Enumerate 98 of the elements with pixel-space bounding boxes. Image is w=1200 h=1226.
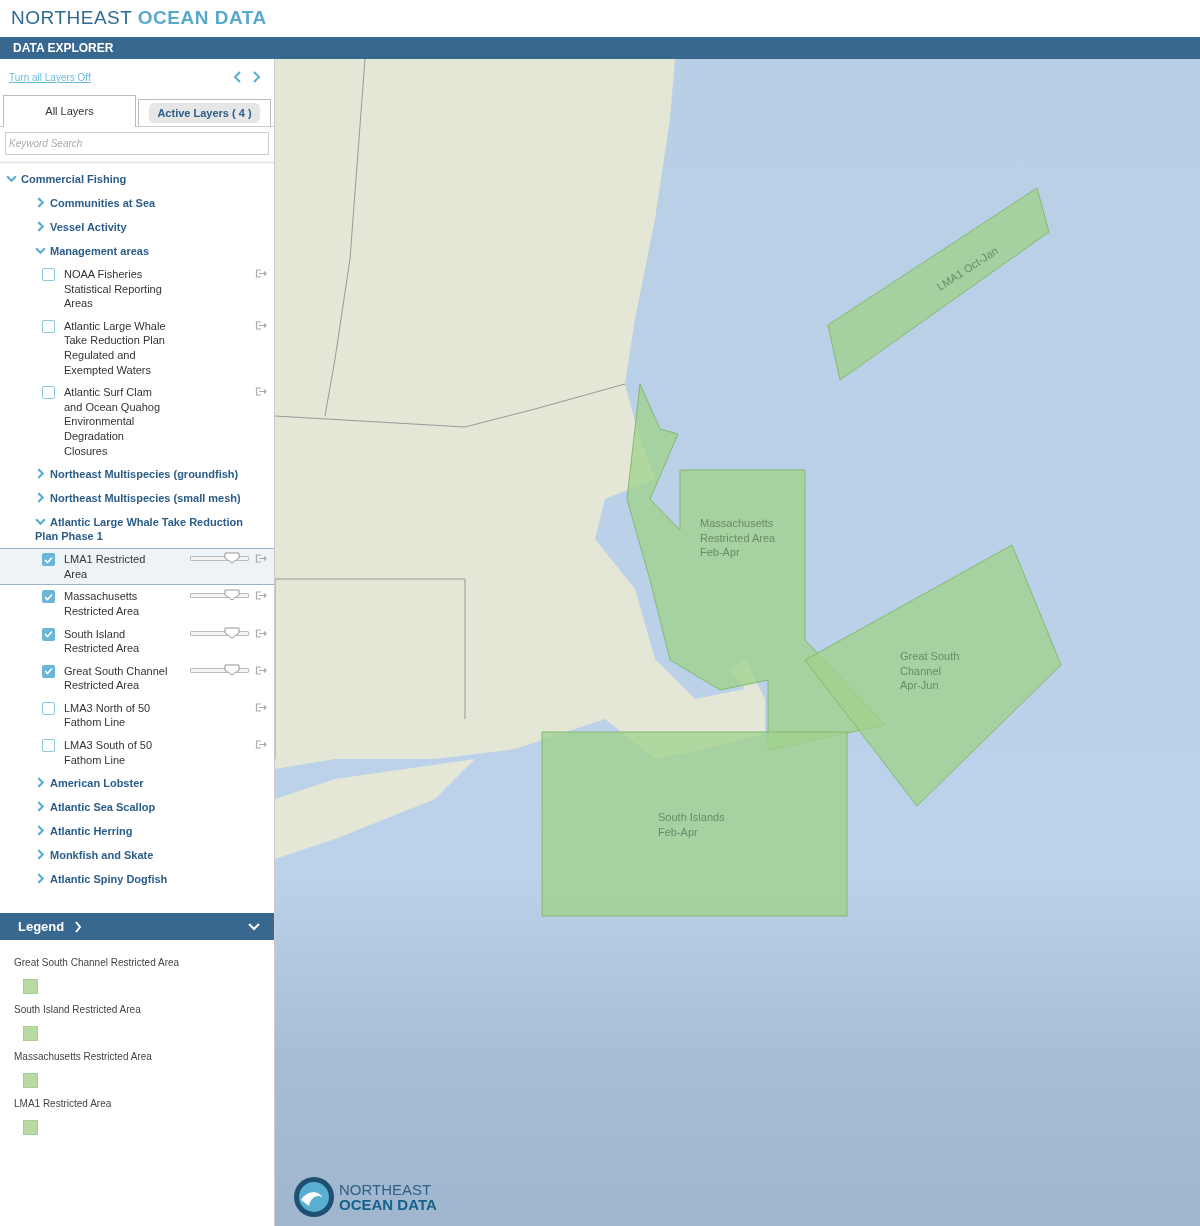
toolbar-title: DATA EXPLORER [13, 40, 114, 57]
layer-group[interactable]: Atlantic Large Whale Take Reduction Plan Phase 1 [35, 515, 268, 544]
export-icon[interactable] [255, 628, 268, 638]
slider-thumb[interactable] [224, 552, 241, 565]
area-label: South Islands Feb-Apr [658, 811, 725, 838]
layer-row[interactable]: Atlantic Large Whale Take Reduction Plan Regulated and Exempted Waters [0, 314, 274, 382]
chevron-right-icon[interactable] [35, 849, 46, 861]
layer-group[interactable]: Atlantic Sea Scallop [35, 800, 268, 815]
chevron-right-icon[interactable] [35, 468, 46, 480]
layer-label: LMA3 North of 50 Fathom Line [64, 700, 152, 731]
area-label: Great South Channel Apr-Jun [900, 650, 960, 691]
layer-label: LMA3 South of 50 Fathom Line [64, 738, 154, 768]
export-icon[interactable] [255, 554, 268, 564]
chevron-left-icon[interactable] [233, 71, 242, 83]
chevron-right-icon[interactable] [35, 221, 46, 232]
chevron-right-icon[interactable] [35, 492, 46, 504]
export-icon[interactable] [255, 665, 268, 675]
chevron-right-icon[interactable] [35, 873, 46, 885]
tab[interactable]: Active Layers ( 4 ) [138, 99, 271, 126]
chevron-right-icon[interactable] [35, 801, 46, 813]
legend-swatch [23, 1026, 38, 1041]
layer-row[interactable]: South Island Restricted Area [0, 622, 274, 660]
chevron-right-icon[interactable] [35, 825, 46, 837]
layer-group[interactable]: Communities at Sea [35, 196, 268, 210]
layer-group[interactable]: Northeast Multispecies (groundfish) [35, 467, 268, 482]
chevron-right-icon[interactable] [252, 71, 261, 83]
restricted-area-polygon[interactable] [827, 187, 1050, 381]
checkbox[interactable] [42, 701, 55, 715]
layer-group[interactable]: Management areas [35, 244, 268, 258]
export-icon[interactable] [255, 320, 268, 330]
layer-row[interactable]: Massachusetts Restricted Area [0, 585, 274, 623]
layer-group[interactable]: Commercial Fishing [6, 172, 268, 186]
area-label: Massachusetts Restricted Area Feb-Apr [700, 517, 776, 558]
export-icon[interactable] [255, 740, 268, 750]
layer-label: Atlantic Large Whale Take Reduction Plan Regulated and Exempted Waters [64, 318, 167, 378]
layer-row[interactable]: NOAA Fisheries Statistical Reporting Areas [0, 263, 274, 315]
chevron-down-icon[interactable] [35, 516, 46, 528]
checkbox[interactable] [42, 268, 55, 281]
layer-group[interactable]: Monkfish and Skate [35, 848, 268, 863]
legend-label: Massachusetts Restricted Area [14, 1050, 153, 1064]
legend-swatch [23, 979, 38, 994]
export-icon[interactable] [255, 269, 268, 278]
layer-group[interactable]: Atlantic Herring [35, 824, 268, 839]
legend-swatch [23, 1120, 38, 1135]
checkmark-icon [44, 630, 53, 638]
slider-thumb[interactable] [224, 626, 241, 639]
checkmark-icon [44, 555, 53, 564]
layer-group[interactable]: Northeast Multispecies (small mesh) [35, 491, 268, 506]
layer-group[interactable]: American Lobster [35, 776, 268, 791]
search-field[interactable]: Keyword Search [5, 132, 269, 155]
export-icon[interactable] [255, 702, 268, 712]
slider-thumb[interactable] [224, 589, 241, 602]
chevron-down-icon[interactable] [35, 245, 46, 256]
checkbox[interactable] [42, 553, 55, 567]
export-icon[interactable] [255, 387, 268, 397]
chevron-down-icon[interactable] [248, 922, 260, 931]
slider-thumb[interactable] [224, 663, 241, 676]
layer-label: NOAA Fisheries Statistical Reporting Areas [64, 267, 163, 311]
checkbox[interactable] [42, 627, 55, 641]
logo-text: OCEAN DATA [339, 1197, 437, 1212]
layer-label: South Island Restricted Area [64, 626, 141, 656]
layer-row[interactable]: LMA1 Restricted Area [0, 548, 274, 586]
checkbox[interactable] [42, 590, 55, 604]
checkbox[interactable] [42, 664, 55, 678]
site-title[interactable]: NORTHEAST OCEAN DATA [11, 4, 267, 33]
chevron-down-icon[interactable] [6, 173, 17, 184]
tab[interactable]: All Layers [3, 95, 136, 127]
legend-label: South Island Restricted Area [14, 1003, 142, 1017]
layer-row[interactable]: Great South Channel Restricted Area [0, 659, 274, 697]
layer-row[interactable]: LMA3 North of 50 Fathom Line [0, 696, 274, 735]
layer-label: Atlantic Surf Clam and Ocean Quahog Environmental Degradation Closures [64, 385, 162, 459]
logo-text: NORTHEAST [339, 1182, 433, 1197]
layer-label: Massachusetts Restricted Area [64, 589, 141, 619]
chevron-right-icon [74, 920, 83, 933]
opacity-slider[interactable] [190, 630, 249, 636]
checkmark-icon [44, 667, 53, 676]
restricted-area-polygon[interactable] [541, 731, 848, 917]
layer-row[interactable]: LMA3 South of 50 Fathom Line [0, 734, 274, 772]
layer-row[interactable]: Atlantic Surf Clam and Ocean Quahog Environmental Degradation Closures [0, 381, 274, 463]
restricted-area-polygon[interactable] [804, 544, 1062, 807]
checkbox[interactable] [42, 319, 55, 333]
layer-label: Great South Channel Restricted Area [64, 663, 169, 693]
legend-swatch [23, 1073, 38, 1088]
layer-label: LMA1 Restricted Area [64, 552, 147, 582]
legend-label: Great South Channel Restricted Area [14, 956, 181, 970]
layer-group[interactable]: Atlantic Spiny Dogfish [35, 872, 268, 887]
chevron-right-icon[interactable] [35, 777, 46, 789]
export-icon[interactable] [255, 591, 268, 601]
checkmark-icon [44, 592, 53, 601]
checkbox[interactable] [42, 386, 55, 400]
legend-label: LMA1 Restricted Area [14, 1097, 113, 1111]
legend-title: Legend [18, 917, 65, 936]
chevron-right-icon[interactable] [35, 197, 46, 208]
checkbox[interactable] [42, 739, 55, 753]
opacity-slider[interactable] [190, 667, 249, 673]
legend-header[interactable]: Legend [0, 913, 274, 940]
layer-group[interactable]: Vessel Activity [35, 220, 268, 234]
logo-icon [293, 1176, 335, 1218]
